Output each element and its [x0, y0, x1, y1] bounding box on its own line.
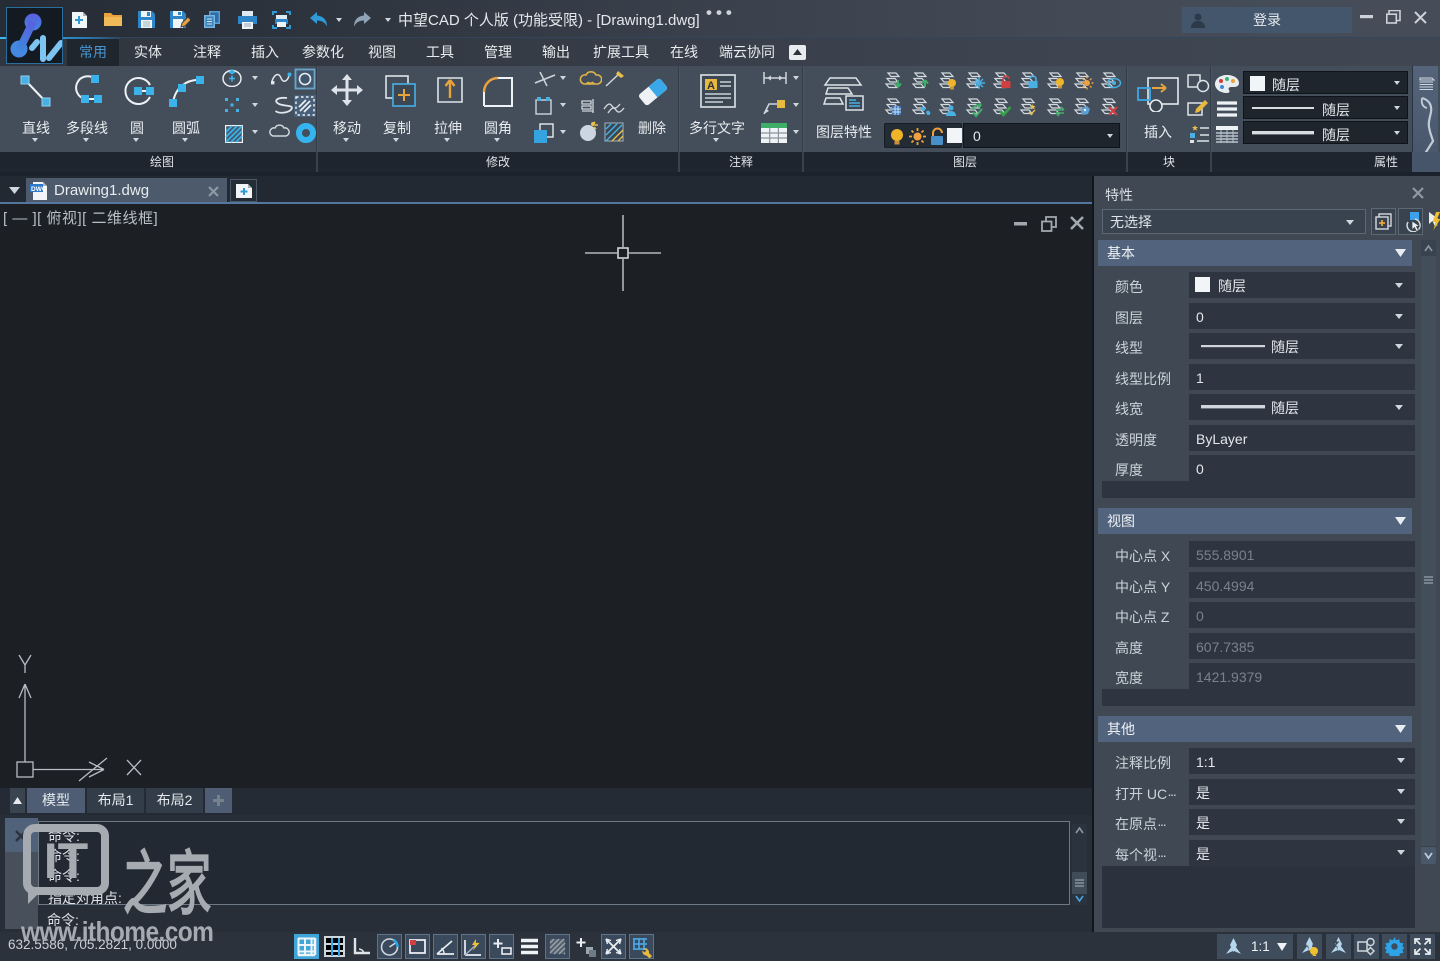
svg-text:DWG: DWG [31, 186, 47, 193]
svg-text:A: A [707, 80, 715, 92]
